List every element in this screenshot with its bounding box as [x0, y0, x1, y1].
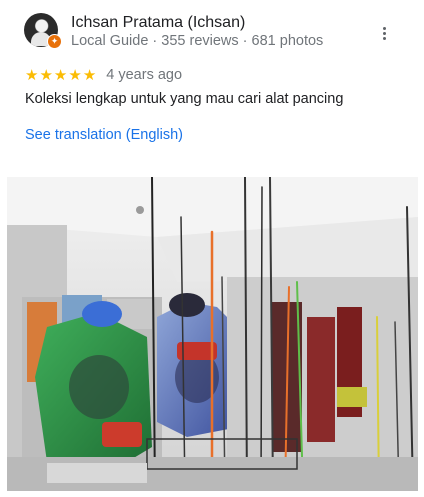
review-date: 4 years ago [106, 67, 183, 83]
reviewer-name[interactable]: Ichsan Pratama (Ichsan) [71, 14, 245, 32]
star-rating: ★ ★ ★ ★ ★ [25, 67, 96, 83]
reviewer-meta: Local Guide · 355 reviews · 681 photos [71, 33, 324, 49]
star-icon: ★ [82, 66, 97, 84]
review-text: Koleksi lengkap untuk yang mau cari alat… [25, 91, 344, 107]
see-translation-link[interactable]: See translation (English) [25, 127, 183, 143]
review-photo[interactable] [7, 177, 418, 491]
local-guide-badge-icon: ✦ [47, 34, 62, 49]
review-card: ✦ Ichsan Pratama (Ichsan) Local Guide · … [0, 0, 424, 497]
star-icon: ★ [53, 66, 68, 84]
reviewer-header: ✦ Ichsan Pratama (Ichsan) Local Guide · … [24, 13, 414, 49]
star-icon: ★ [25, 66, 39, 84]
more-options-icon[interactable] [374, 23, 394, 43]
star-icon: ★ [39, 66, 53, 84]
fishing-store-photo [7, 177, 418, 491]
star-icon: ★ [68, 66, 82, 84]
rating-row: ★ ★ ★ ★ ★ 4 years ago [25, 65, 182, 85]
